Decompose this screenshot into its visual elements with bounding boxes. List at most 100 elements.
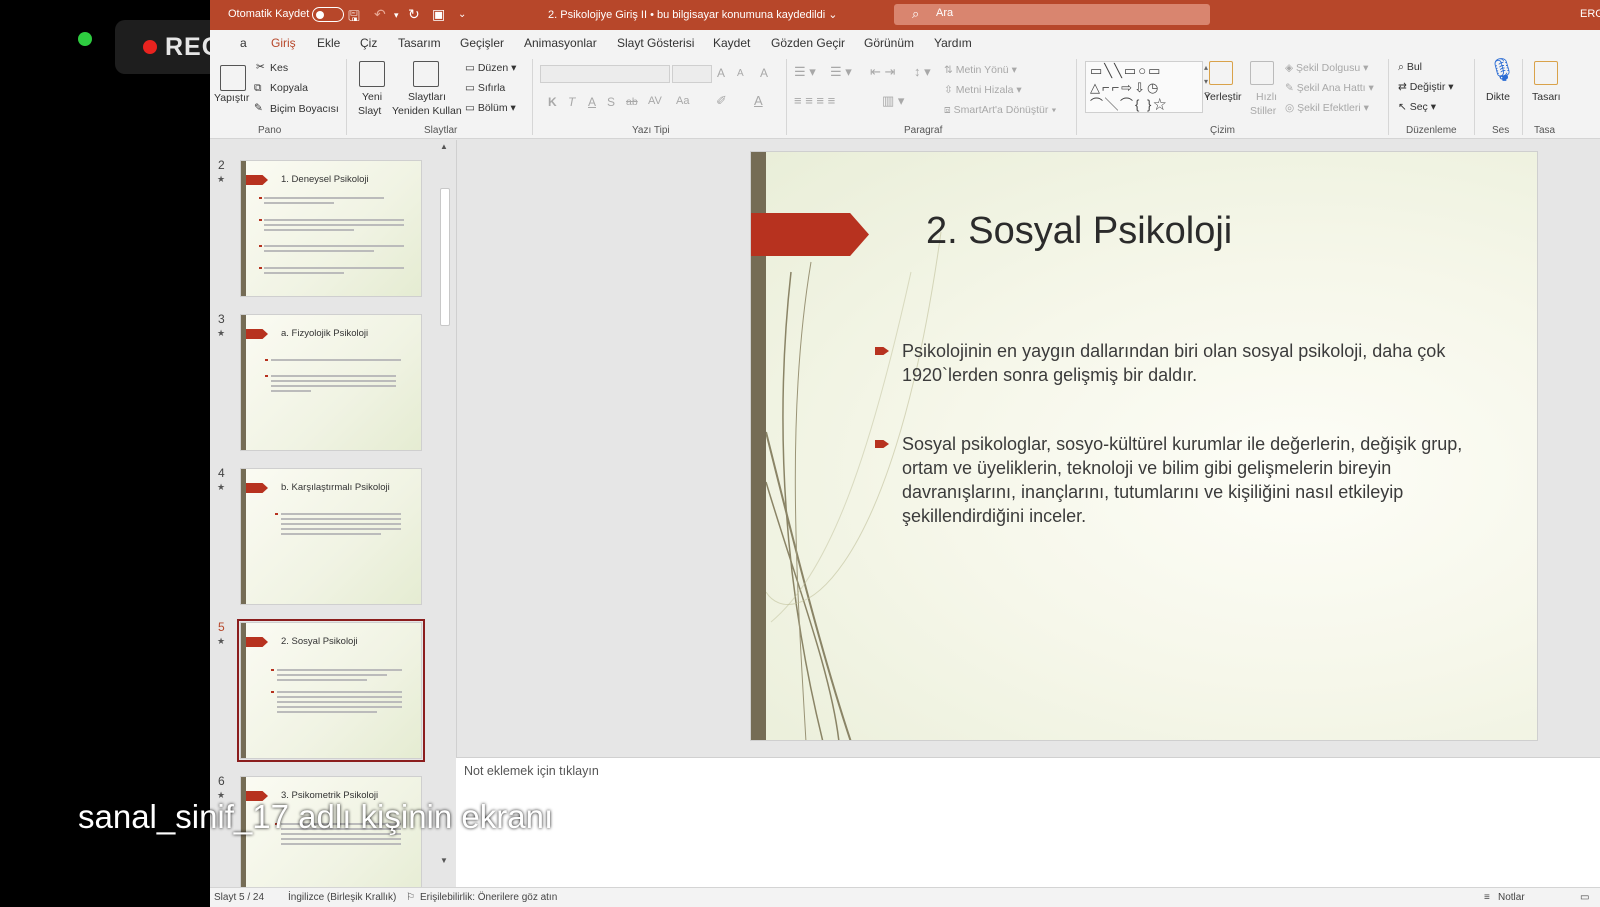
save-icon[interactable]: 🖫 <box>348 6 360 30</box>
language-indicator[interactable]: İngilizce (Birleşik Krallık) <box>288 892 396 903</box>
current-slide[interactable]: 2. Sosyal Psikoloji Psikolojinin en yayg… <box>750 151 1538 741</box>
dictate-button[interactable]: Dikte <box>1486 91 1510 103</box>
font-color-icon[interactable]: A <box>754 93 763 108</box>
arrange-icon <box>1209 61 1233 85</box>
columns-icon[interactable]: ▥ ▾ <box>882 93 904 109</box>
notes-button[interactable]: Notlar <box>1498 892 1525 903</box>
tab-draw[interactable]: Çiz <box>360 36 377 50</box>
user-initials[interactable]: ERG <box>1580 8 1600 20</box>
tab-file-partial[interactable]: a <box>240 36 247 50</box>
shadow-button[interactable]: S <box>607 95 615 109</box>
thumbnail-slot-2[interactable]: 2 ★ 1. Deneysel Psikoloji <box>210 150 456 300</box>
thumb-title: b. Karşılaştırmalı Psikoloji <box>281 482 390 493</box>
paste-button[interactable]: Yapıştır <box>214 92 249 104</box>
smartart-button[interactable]: ⧈ SmartArt'a Dönüştür ▾ <box>944 104 1056 117</box>
tab-review[interactable]: Gözden Geçir <box>771 36 845 50</box>
smartart-label: SmartArt'a Dönüştür <box>953 104 1049 116</box>
change-case-button[interactable]: Aa <box>676 95 689 107</box>
shape-outline-button[interactable]: ✎ Şekil Ana Hattı ▾ <box>1285 82 1374 94</box>
normal-view-icon[interactable]: ▭ <box>1580 892 1589 903</box>
arrange-button[interactable]: Yerleştir <box>1204 91 1242 103</box>
grow-font-button[interactable]: A <box>717 66 725 80</box>
format-painter-icon: ✎ <box>254 102 263 114</box>
scroll-down-icon[interactable]: ▼ <box>440 856 448 865</box>
scroll-up-icon[interactable]: ▲ <box>440 142 448 151</box>
tab-animations[interactable]: Animasyonlar <box>524 36 597 50</box>
tab-record[interactable]: Kaydet <box>713 36 750 50</box>
reset-button[interactable]: ▭ Sıfırla <box>465 82 505 94</box>
thumb-side-bar <box>241 623 246 758</box>
thumbnail-slot-4[interactable]: 4 ★ b. Karşılaştırmalı Psikoloji <box>210 458 456 608</box>
slide-bullet-1[interactable]: Psikolojinin en yaygın dallarından biri … <box>875 339 1502 387</box>
highlight-icon[interactable]: ✐ <box>716 93 727 109</box>
char-spacing-button[interactable]: AV <box>648 95 662 107</box>
tab-insert[interactable]: Ekle <box>317 36 340 50</box>
slide-bullet-text: Psikolojinin en yaygın dallarından biri … <box>902 341 1446 385</box>
shape-fill-button[interactable]: ◈ Şekil Dolgusu ▾ <box>1285 62 1368 74</box>
slide-thumbnail[interactable]: a. Fizyolojik Psikoloji <box>240 314 422 451</box>
tab-slideshow[interactable]: Slayt Gösterisi <box>617 36 694 50</box>
designer-button[interactable]: Tasarı <box>1532 91 1561 103</box>
customize-qat-icon[interactable]: ⌄ <box>458 9 466 20</box>
quick-styles-label-1[interactable]: Hızlı <box>1256 91 1277 103</box>
thumb-text-line <box>271 385 396 387</box>
tab-view[interactable]: Görünüm <box>864 36 914 50</box>
font-size-select[interactable] <box>672 65 712 83</box>
cut-button[interactable]: Kes <box>270 62 288 74</box>
search-input[interactable]: ⌕ Ara <box>894 4 1210 25</box>
format-painter-button[interactable]: Biçim Boyacısı <box>270 103 339 115</box>
shrink-font-button[interactable]: A <box>737 68 744 79</box>
section-button[interactable]: ▭ Bölüm ▾ <box>465 102 516 114</box>
tab-home[interactable]: Giriş <box>271 36 296 58</box>
new-slide-label-1[interactable]: Yeni <box>362 91 382 103</box>
thumbnail-slot-6[interactable]: 6 ★ 3. Psikometrik Psikoloji <box>210 766 456 907</box>
bold-button[interactable]: K <box>548 95 557 109</box>
slide-thumbnail[interactable]: 1. Deneysel Psikoloji <box>240 160 422 297</box>
reuse-slides-label-2[interactable]: Yeniden Kullan <box>392 105 462 117</box>
shapes-gallery[interactable]: ▭╲╲▭○▭ △⌐⌐⇨⇩◷ ⌒╲⌒{ }☆ <box>1085 61 1203 113</box>
thumbnail-slot-3[interactable]: 3 ★ a. Fizyolojik Psikoloji <box>210 304 456 454</box>
reuse-slides-label-1[interactable]: Slaytları <box>408 91 446 103</box>
underline-button[interactable]: A <box>588 95 596 109</box>
document-title[interactable]: 2. Psikolojiye Giriş II • bu bilgisayar … <box>548 8 837 21</box>
accessibility-status[interactable]: Erişilebilirlik: Önerilere göz atın <box>420 892 557 903</box>
bullets-icon[interactable]: ☰ ▾ <box>794 64 816 80</box>
tab-help[interactable]: Yardım <box>934 36 972 50</box>
thumb-title: 2. Sosyal Psikoloji <box>281 636 358 647</box>
thumb-arrow <box>246 483 268 493</box>
numbering-icon[interactable]: ☰ ▾ <box>830 64 852 80</box>
autosave-toggle[interactable] <box>312 7 344 22</box>
select-button[interactable]: ↖ Seç ▾ <box>1398 101 1436 113</box>
new-slide-label-2[interactable]: Slayt <box>358 105 381 117</box>
slide-thumbnail[interactable]: b. Karşılaştırmalı Psikoloji <box>240 468 422 605</box>
layout-button[interactable]: ▭ Düzen ▾ <box>465 62 516 74</box>
undo-dropdown-icon[interactable]: ▾ <box>394 10 399 21</box>
quick-styles-label-2[interactable]: Stiller <box>1250 105 1276 117</box>
text-direction-button[interactable]: ⇅ Metin Yönü ▾ <box>944 64 1017 76</box>
thumbnail-scrollbar[interactable]: ▲ ▼ <box>438 140 452 870</box>
tab-design[interactable]: Tasarım <box>398 36 441 50</box>
tab-transitions[interactable]: Geçişler <box>460 36 504 50</box>
thumb-text-line <box>281 513 401 515</box>
slide-title[interactable]: 2. Sosyal Psikoloji <box>926 210 1232 253</box>
slide-bullet-2[interactable]: Sosyal psikologlar, sosyo-kültürel kurum… <box>875 432 1502 528</box>
find-button[interactable]: ⌕ Bul <box>1398 61 1422 74</box>
indent-icons[interactable]: ⇤ ⇥ <box>870 64 895 80</box>
present-icon[interactable]: ▣ <box>432 6 445 23</box>
redo-icon[interactable]: ↻ <box>408 6 420 23</box>
shape-effects-button[interactable]: ◎ Şekil Efektleri ▾ <box>1285 102 1369 114</box>
align-text-button[interactable]: ⇳ Metni Hizala ▾ <box>944 84 1022 96</box>
line-spacing-icon[interactable]: ↕ ▾ <box>914 64 931 80</box>
clear-format-button[interactable]: A <box>760 66 768 80</box>
undo-icon[interactable]: ↶ <box>374 6 386 23</box>
replace-button[interactable]: ⇄ Değiştir ▾ <box>1398 81 1454 93</box>
notes-pane[interactable]: Not eklemek için tıklayın <box>456 757 1600 887</box>
slide-thumbnail-selected[interactable]: 2. Sosyal Psikoloji <box>237 619 425 762</box>
strikethrough-button[interactable]: ab <box>626 96 638 108</box>
thumbnail-slot-5[interactable]: 5 ★ 2. Sosyal Psikoloji <box>210 612 456 762</box>
align-icons[interactable]: ≡ ≡ ≡ ≡ <box>794 93 835 108</box>
italic-button[interactable]: T <box>568 95 575 109</box>
copy-button[interactable]: Kopyala <box>270 82 308 94</box>
font-family-select[interactable] <box>540 65 670 83</box>
scrollbar-thumb[interactable] <box>440 188 450 326</box>
